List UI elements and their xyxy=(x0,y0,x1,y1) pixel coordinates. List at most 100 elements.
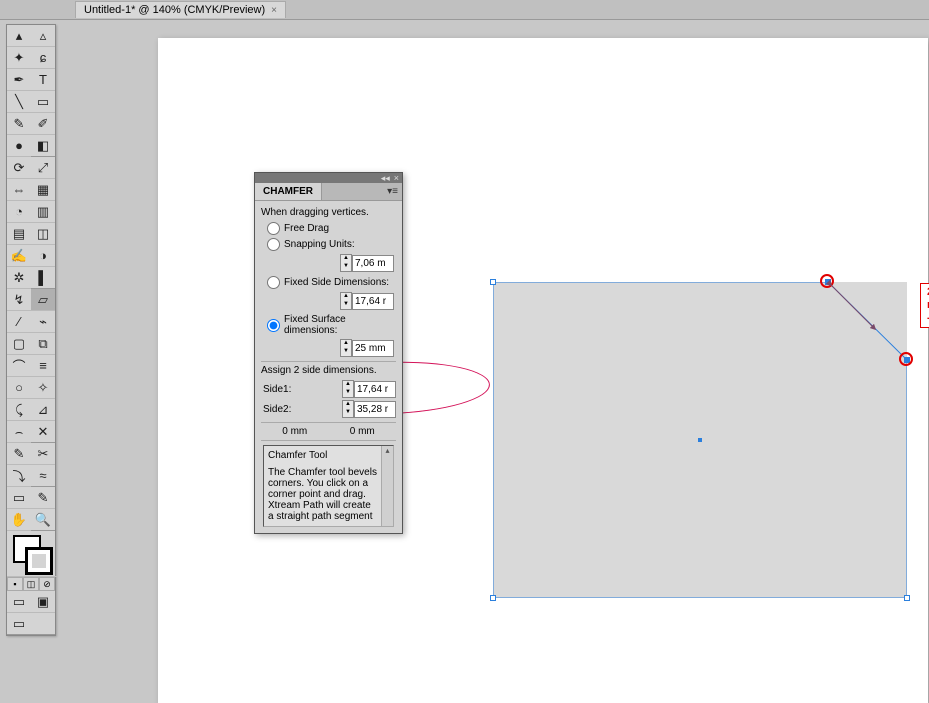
panel-close-icon[interactable]: × xyxy=(394,173,399,183)
symbol-sprayer-tool[interactable]: ✲ xyxy=(7,267,31,289)
chamfer-drag-indicator xyxy=(824,278,914,368)
radio-free-drag[interactable]: Free Drag xyxy=(261,222,396,235)
plugin-tool-3[interactable]: ∕ xyxy=(7,311,31,333)
paintbrush-tool[interactable]: ✎ xyxy=(7,113,31,135)
fill-stroke-swatch[interactable] xyxy=(7,531,57,577)
help-box: Chamfer Tool The Chamfer tool bevels cor… xyxy=(263,445,394,527)
side1-value-input[interactable] xyxy=(354,381,396,398)
close-tab-icon[interactable]: × xyxy=(271,5,277,16)
panel-grip[interactable]: ◂◂ × xyxy=(255,173,402,183)
plugin-tool-7[interactable]: ⌒ xyxy=(7,355,31,377)
radio-fixed-side[interactable]: Fixed Side Dimensions: xyxy=(261,276,396,289)
line-tool[interactable]: ╲ xyxy=(7,91,31,113)
pencil-tool[interactable]: ✐ xyxy=(31,113,55,135)
scale-tool[interactable]: ⤢ xyxy=(31,157,55,179)
hand-tool[interactable]: ✋ xyxy=(7,509,31,531)
pen-tool[interactable]: ✒ xyxy=(7,69,31,91)
plugin-tool-5[interactable]: ▢ xyxy=(7,333,31,355)
radio-fixed-surface-input[interactable] xyxy=(267,319,280,332)
plugin-tool-16[interactable]: ≈ xyxy=(31,465,55,487)
plugin-tool-10[interactable]: ✧ xyxy=(31,377,55,399)
plugin-tool-15[interactable]: ⤵ xyxy=(7,465,31,487)
graph-tool[interactable]: ▌ xyxy=(31,267,55,289)
plugin-tool-6[interactable]: ⧉ xyxy=(31,333,55,355)
fixed-surface-value-input[interactable] xyxy=(352,340,394,357)
perspective-grid-tool[interactable]: ▥ xyxy=(31,201,55,223)
chamfer-panel: ◂◂ × CHAMFER ▾≡ When dragging vertices. … xyxy=(254,172,403,534)
magic-wand-tool[interactable]: ✦ xyxy=(7,47,31,69)
zoom-tool[interactable]: 🔍 xyxy=(31,509,55,531)
anchor-bottom-left[interactable] xyxy=(490,595,496,601)
side2-label: Side2: xyxy=(261,404,301,415)
eyedropper-tool[interactable]: ✍ xyxy=(7,245,31,267)
blend-tool[interactable]: ◑ xyxy=(31,245,55,267)
chamfer-tab[interactable]: CHAMFER xyxy=(255,183,322,200)
type-tool[interactable]: T xyxy=(31,69,55,91)
plugin-tool-11[interactable]: ⤹ xyxy=(7,399,31,421)
plugin-tool-1[interactable]: ↯ xyxy=(7,289,31,311)
lasso-tool[interactable]: ɕ xyxy=(31,47,55,69)
help-body: The Chamfer tool bevels corners. You cli… xyxy=(268,467,389,522)
side2-stepper[interactable]: ▲▼ xyxy=(342,400,354,418)
plugin-tool-12[interactable]: ⊿ xyxy=(31,399,55,421)
rectangle-tool[interactable]: ▭ xyxy=(31,91,55,113)
snapping-value-input[interactable] xyxy=(352,255,394,272)
assign-label: Assign 2 side dimensions. xyxy=(261,361,396,376)
side1-label: Side1: xyxy=(261,384,301,395)
draw-mode-normal[interactable]: ▭ xyxy=(7,591,31,613)
canvas-area[interactable]: 25,000 mm -45,000° ×× xyxy=(68,20,929,685)
gradient-mode[interactable]: ◫ xyxy=(23,577,39,591)
plugin-tool-14[interactable]: ✕ xyxy=(31,421,55,443)
eraser-tool[interactable]: ◧ xyxy=(31,135,55,157)
help-title: Chamfer Tool xyxy=(268,450,389,461)
help-scrollbar[interactable]: ▴ xyxy=(381,446,393,526)
measurement-readout: 25,000 mm -45,000° xyxy=(920,283,929,328)
plugin-tool-9[interactable]: ○ xyxy=(7,377,31,399)
mesh-tool[interactable]: ▤ xyxy=(7,223,31,245)
plugin-tool-2[interactable]: ▱ xyxy=(31,289,55,311)
slice-tool[interactable]: ✂ xyxy=(31,443,55,465)
radio-free-drag-input[interactable] xyxy=(267,222,280,235)
panel-intro-text: When dragging vertices. xyxy=(261,207,396,218)
radio-snapping-input[interactable] xyxy=(267,238,280,251)
anchor-bottom-right[interactable] xyxy=(904,595,910,601)
document-title: Untitled-1* @ 140% (CMYK/Preview) xyxy=(84,4,265,16)
status-right: 0 mm xyxy=(329,423,397,440)
rotate-tool[interactable]: ⟳ xyxy=(7,157,31,179)
plugin-tool-4[interactable]: ⌁ xyxy=(31,311,55,333)
side1-stepper[interactable]: ▲▼ xyxy=(342,380,354,398)
panel-tab-bar: CHAMFER ▾≡ xyxy=(255,183,402,201)
none-mode[interactable]: ⊘ xyxy=(39,577,55,591)
plugin-tool-13[interactable]: ⌢ xyxy=(7,421,31,443)
snapping-stepper[interactable]: ▲▼ xyxy=(340,254,352,272)
radio-snapping[interactable]: Snapping Units: xyxy=(261,238,396,251)
shape-builder-tool[interactable]: ◔ xyxy=(7,201,31,223)
draw-mode-behind[interactable]: ▣ xyxy=(31,591,55,613)
gradient-tool[interactable]: ◫ xyxy=(31,223,55,245)
fixed-side-stepper[interactable]: ▲▼ xyxy=(340,292,352,310)
free-transform-tool[interactable]: ▦ xyxy=(31,179,55,201)
side2-value-input[interactable] xyxy=(354,401,396,418)
radio-fixed-surface[interactable]: Fixed Surface dimensions: xyxy=(261,314,396,336)
color-mode[interactable]: ▪ xyxy=(7,577,23,591)
toolbox-panel: ▴▵ ✦ɕ ✒T ╲▭ ✎✐ ●◧ ⟳⤢ ⇔▦ ◔▥ ▤◫ ✍◑ ✲▌ ↯▱ ∕… xyxy=(6,24,56,636)
panel-collapse-icon[interactable]: ◂◂ xyxy=(381,173,390,184)
panel-menu-icon[interactable]: ▾≡ xyxy=(383,186,402,197)
document-tab-bar: Untitled-1* @ 140% (CMYK/Preview) × xyxy=(0,0,929,20)
selection-tool[interactable]: ▴ xyxy=(7,25,31,47)
fixed-side-value-input[interactable] xyxy=(352,293,394,310)
plugin-tool-18[interactable]: ✎ xyxy=(31,487,55,509)
plugin-tool-8[interactable]: ≡ xyxy=(31,355,55,377)
radio-fixed-side-input[interactable] xyxy=(267,276,280,289)
direct-selection-tool[interactable]: ▵ xyxy=(31,25,55,47)
screen-mode[interactable]: ▭ xyxy=(7,613,31,635)
shape-center-point xyxy=(698,438,702,442)
plugin-tool-17[interactable]: ▭ xyxy=(7,487,31,509)
fixed-surface-stepper[interactable]: ▲▼ xyxy=(340,339,352,357)
anchor-top-left[interactable] xyxy=(490,279,496,285)
document-tab[interactable]: Untitled-1* @ 140% (CMYK/Preview) × xyxy=(75,1,286,18)
artboard-tool[interactable]: ✎ xyxy=(7,443,31,465)
blob-brush-tool[interactable]: ● xyxy=(7,135,31,157)
status-left: 0 mm xyxy=(261,423,329,440)
width-tool[interactable]: ⇔ xyxy=(7,179,31,201)
